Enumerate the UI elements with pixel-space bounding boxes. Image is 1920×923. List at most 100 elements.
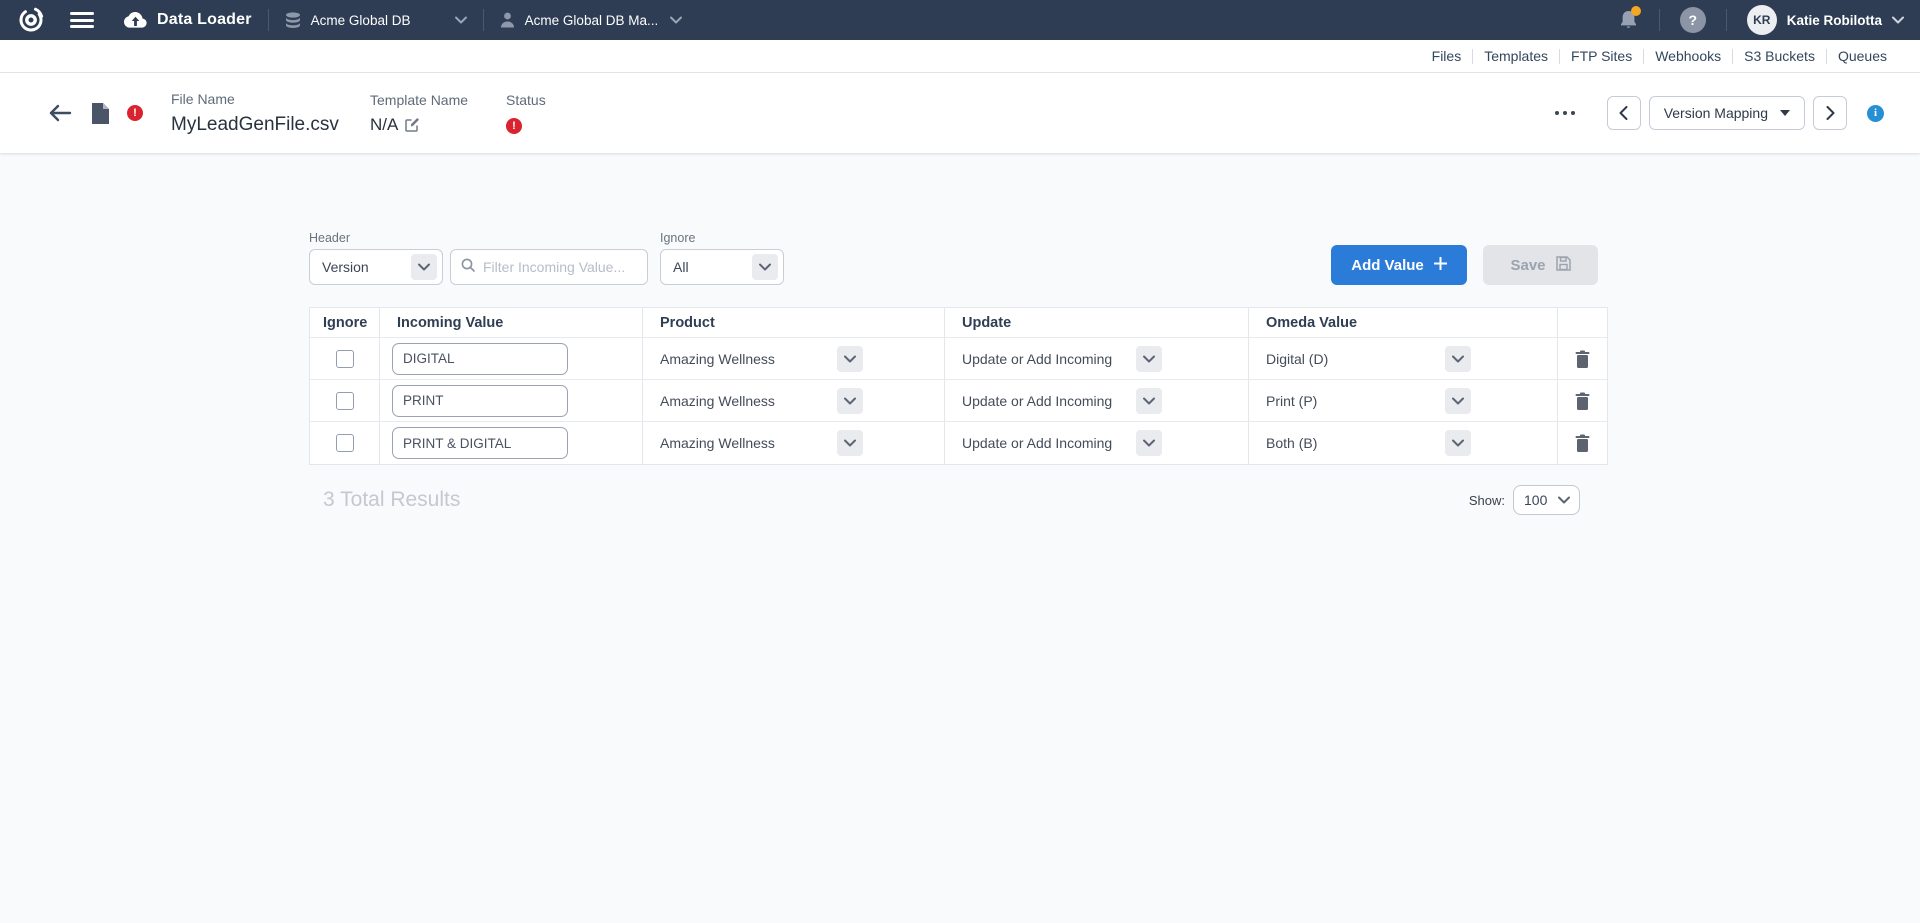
database-selector-value: Acme Global DB [311,13,411,28]
nav-link-s3-buckets[interactable]: S3 Buckets [1732,49,1826,64]
cloud-upload-icon [124,12,147,29]
add-value-button[interactable]: Add Value [1331,245,1467,285]
help-button[interactable]: ? [1680,7,1706,33]
chevron-down-icon [1136,430,1162,456]
file-name-group: File Name MyLeadGenFile.csv [171,91,370,136]
nav-link-webhooks[interactable]: Webhooks [1643,49,1732,64]
chevron-down-icon [411,254,437,280]
table-row: Amazing Wellness Update or Add Incoming … [310,422,1607,464]
divider [1726,9,1727,31]
chevron-down-icon [837,388,863,414]
save-button[interactable]: Save [1483,245,1598,285]
product-select[interactable]: Amazing Wellness [657,346,863,372]
template-name-value: N/A [370,115,398,135]
person-icon [500,12,515,28]
incoming-value-input[interactable] [392,427,568,459]
avatar-initials: KR [1753,13,1770,27]
omeda-value-select-value: Digital (D) [1263,351,1328,367]
product-select-value: Amazing Wellness [657,393,775,409]
ignore-checkbox[interactable] [336,350,354,368]
omeda-value-select[interactable]: Both (B) [1263,430,1471,456]
app-title: Data Loader [157,11,252,29]
ignore-checkbox[interactable] [336,392,354,410]
delete-row-button[interactable] [1571,388,1594,414]
ignore-checkbox[interactable] [336,434,354,452]
topbar-right-cluster: ? KR Katie Robilotta [1618,5,1904,35]
notification-badge [1631,6,1641,16]
delete-row-button[interactable] [1571,346,1594,372]
page-size-group: Show: 100 [1469,485,1580,515]
user-menu[interactable]: KR Katie Robilotta [1747,5,1904,35]
chevron-down-icon [752,254,778,280]
file-context-selector[interactable]: Acme Global DB Ma... [500,11,682,29]
mapping-selector[interactable]: Version Mapping [1649,96,1805,130]
nav-link-templates[interactable]: Templates [1472,49,1559,64]
update-select[interactable]: Update or Add Incoming [959,346,1162,372]
chevron-down-icon [1892,11,1904,29]
product-select[interactable]: Amazing Wellness [657,430,863,456]
mapping-table: Ignore Incoming Value Product Update Ome… [309,307,1608,465]
status-group: Status ! [506,92,546,134]
update-select-value: Update or Add Incoming [959,393,1112,409]
column-header-product: Product [643,308,945,338]
caret-down-icon [1780,110,1790,116]
notifications-button[interactable] [1618,9,1639,31]
omeda-value-select[interactable]: Print (P) [1263,388,1471,414]
trash-icon [1575,392,1590,410]
divider [1659,9,1660,31]
back-button[interactable] [48,103,72,123]
trash-icon [1575,434,1590,452]
header-filter-label: Header [309,231,443,245]
delete-row-button[interactable] [1571,430,1594,456]
next-mapping-button[interactable] [1813,96,1847,130]
table-footer: 3 Total Results Show: 100 [309,485,1608,515]
product-select-value: Amazing Wellness [657,435,775,451]
header-actions: Version Mapping i [1549,96,1884,130]
edit-template-button[interactable] [405,117,420,132]
nav-link-ftp-sites[interactable]: FTP Sites [1559,49,1643,64]
total-results: 3 Total Results [323,488,460,512]
chevron-down-icon [1136,388,1162,414]
info-icon[interactable]: i [1867,105,1884,122]
template-name-group: Template Name N/A [370,92,506,135]
omeda-logo-icon[interactable] [16,5,46,35]
page-size-select[interactable]: 100 [1513,485,1580,515]
column-header-incoming-value: Incoming Value [380,308,643,338]
avatar: KR [1747,5,1777,35]
more-options-button[interactable] [1549,105,1581,121]
chevron-down-icon [837,430,863,456]
page-size-label: Show: [1469,493,1505,508]
previous-mapping-button[interactable] [1607,96,1641,130]
omeda-value-select[interactable]: Digital (D) [1263,346,1471,372]
incoming-value-input[interactable] [392,343,568,375]
app-screen: Data Loader Acme Global DB [0,0,1920,923]
save-label: Save [1510,257,1545,274]
chevron-down-icon [1136,346,1162,372]
trash-icon [1575,350,1590,368]
update-select[interactable]: Update or Add Incoming [959,430,1162,456]
hamburger-menu-icon[interactable] [70,11,94,29]
chevron-down-icon [1445,430,1471,456]
file-icon [92,103,109,124]
ignore-filter-value: All [673,259,689,275]
table-row: Amazing Wellness Update or Add Incoming … [310,338,1607,380]
database-selector[interactable]: Acme Global DB [285,11,467,29]
plus-icon [1434,257,1447,274]
ignore-filter-group: Ignore All [660,231,784,285]
top-navbar: Data Loader Acme Global DB [0,0,1920,40]
template-name-label: Template Name [370,92,506,108]
database-icon [285,12,301,29]
header-filter-select[interactable]: Version [309,249,443,285]
nav-link-queues[interactable]: Queues [1826,49,1898,64]
status-error-icon[interactable]: ! [506,118,522,134]
incoming-value-input[interactable] [392,385,568,417]
column-header-actions [1558,308,1607,338]
incoming-value-filter-input[interactable] [483,259,637,275]
nav-link-files[interactable]: Files [1421,49,1473,64]
update-select-value: Update or Add Incoming [959,435,1112,451]
update-select[interactable]: Update or Add Incoming [959,388,1162,414]
chevron-down-icon [455,11,467,29]
column-header-omeda-value: Omeda Value [1249,308,1558,338]
ignore-filter-select[interactable]: All [660,249,784,285]
product-select[interactable]: Amazing Wellness [657,388,863,414]
